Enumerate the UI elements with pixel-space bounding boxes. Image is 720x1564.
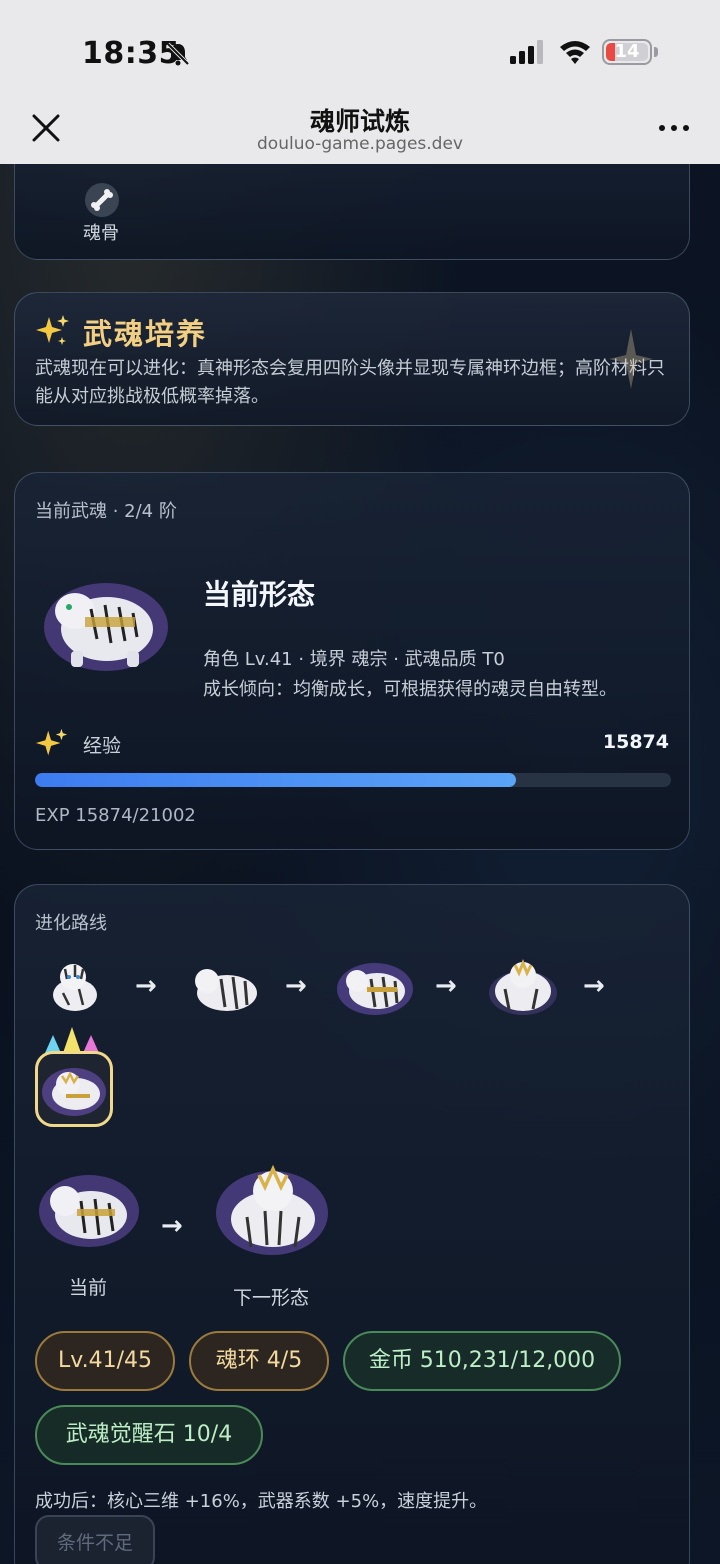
evolution-arrow: → (135, 971, 157, 1001)
evolution-route-card: 进化路线 → → → → → 当前 下一形态 Lv.41/45 魂环 4/5 金… (14, 884, 690, 1564)
wifi-icon (560, 41, 590, 64)
cellular-signal-icon (510, 40, 543, 64)
current-form-portrait (39, 1175, 139, 1247)
evolution-stage-3-icon[interactable] (335, 953, 415, 1019)
soul-bone-label[interactable]: 魂骨 (83, 219, 119, 245)
battery-indicator: 14 (602, 39, 652, 65)
exp-text: EXP 15874/21002 (35, 805, 196, 826)
evolve-button[interactable]: 条件不足 (35, 1515, 155, 1564)
requirement-level-pill: Lv.41/45 (35, 1331, 175, 1391)
page-title: 魂师试炼 (309, 107, 410, 136)
next-form-caption: 下一形态 (233, 1287, 310, 1309)
exp-value: 15874 (602, 731, 669, 753)
intro-description: 武魂现在可以进化：真神形态会复用四阶头像并显现专属神环边框；高阶材料只能从对应挑… (35, 358, 665, 407)
bone-icon[interactable] (85, 183, 119, 217)
requirement-soul-ring-pill: 魂环 4/5 (189, 1331, 329, 1391)
more-options-icon[interactable] (656, 118, 692, 138)
star-decoration-icon (609, 329, 653, 389)
evolution-arrow: → (583, 971, 605, 1001)
current-tiger-portrait (44, 583, 168, 671)
exp-progress-fill (35, 773, 516, 787)
growth-tendency: 成长倾向：均衡成长，可根据获得的魂灵自由转型。 (203, 679, 617, 700)
exp-label: 经验 (83, 735, 122, 757)
evolution-stage-4-icon[interactable] (485, 953, 561, 1019)
martial-soul-intro-card: 武魂培养 武魂现在可以进化：真神形态会复用四阶头像并显现专属神环边框；高阶材料只… (14, 292, 690, 426)
battery-nub (654, 47, 658, 57)
browser-header: 18:35 14 魂师试炼 douluo-game.pages.dev (0, 0, 720, 164)
evolution-arrow: → (435, 971, 457, 1001)
exp-progress-bar (35, 773, 671, 787)
evolution-stage-5-icon[interactable] (35, 1051, 113, 1127)
requirement-awakening-stone-pill: 武魂觉醒石 10/4 (35, 1405, 263, 1465)
form-title: 当前形态 (203, 578, 316, 611)
evolution-route-label: 进化路线 (35, 913, 107, 934)
requirement-gold-coin-pill: 金币 510,231/12,000 (343, 1331, 621, 1391)
comparison-arrow: → (161, 1211, 183, 1241)
bell-muted-icon (166, 42, 190, 66)
evolution-stage-1-icon[interactable] (45, 955, 107, 1017)
page-url: douluo-game.pages.dev (257, 134, 463, 154)
character-meta: 角色 Lv.41 · 境界 魂宗 · 武魂品质 T0 (203, 649, 505, 670)
current-soul-label: 当前武魂 · 2/4 阶 (35, 501, 177, 522)
evolution-stage-2-icon[interactable] (187, 955, 263, 1017)
next-form-portrait (216, 1164, 328, 1255)
intro-title: 武魂培养 (83, 317, 208, 351)
current-form-caption: 当前 (69, 1277, 108, 1299)
evolution-effect-text: 成功后：核心三维 +16%，武器系数 +5%，速度提升。 (35, 1491, 488, 1512)
evolution-arrow: → (285, 971, 307, 1001)
sparkles-icon (36, 315, 69, 345)
exp-sparkles-icon (35, 728, 68, 756)
battery-level: 14 (614, 41, 640, 62)
current-soul-card: 当前武魂 · 2/4 阶 当前形态 角色 Lv.41 · 境界 魂宗 · 武魂品… (14, 472, 690, 850)
